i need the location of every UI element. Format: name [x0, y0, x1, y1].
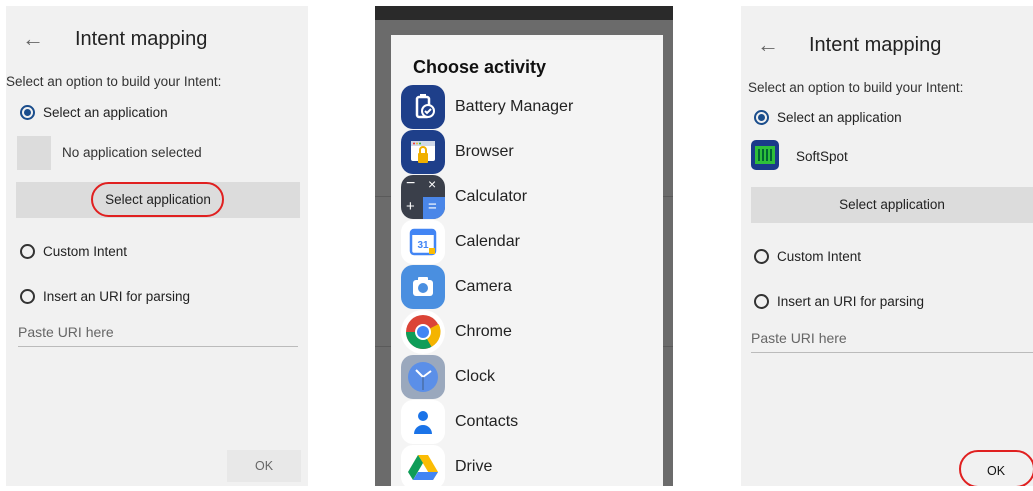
radio-label: Custom Intent: [43, 244, 128, 259]
build-intent-prompt: Select an option to build your Intent:: [6, 74, 222, 89]
dialog-title: Choose activity: [413, 57, 547, 77]
app-label: Calendar: [455, 233, 520, 250]
intent-mapping-screen-right: ← Intent mapping Select an option to bui…: [741, 6, 1033, 486]
radio-unselected-icon: [20, 289, 35, 304]
uri-placeholder: Paste URI here: [18, 324, 114, 340]
intent-mapping-screen-left: ← Intent mapping Select an option to bui…: [6, 6, 308, 486]
battery-manager-icon: [401, 85, 445, 129]
app-option-calendar[interactable]: 31 Calendar: [401, 220, 661, 264]
radio-insert-uri[interactable]: Insert an URI for parsing: [20, 289, 190, 304]
radio-select-application[interactable]: Select an application: [754, 110, 902, 125]
page-title: Intent mapping: [75, 28, 208, 50]
app-label: Battery Manager: [455, 98, 574, 115]
radio-insert-uri[interactable]: Insert an URI for parsing: [754, 294, 924, 309]
radio-unselected-icon: [754, 249, 769, 264]
radio-select-application[interactable]: Select an application: [20, 105, 168, 120]
radio-selected-icon: [754, 110, 769, 125]
radio-unselected-icon: [754, 294, 769, 309]
uri-placeholder: Paste URI here: [751, 330, 847, 346]
radio-label: Insert an URI for parsing: [777, 294, 925, 309]
radio-label: Select an application: [777, 110, 902, 125]
uri-input[interactable]: Paste URI here: [751, 330, 1033, 353]
app-icon-placeholder: [17, 136, 51, 170]
contacts-icon: [401, 400, 445, 444]
browser-icon: [401, 130, 445, 174]
calendar-icon: 31: [401, 220, 445, 264]
chrome-icon: [401, 310, 445, 354]
button-label: Select application: [839, 197, 945, 212]
app-label: Drive: [455, 458, 493, 475]
ok-label: OK: [254, 459, 274, 473]
back-arrow-icon[interactable]: ←: [757, 32, 779, 58]
no-app-label: No application selected: [62, 145, 202, 160]
highlight-callout: [959, 450, 1033, 486]
app-label: Chrome: [455, 323, 512, 340]
app-option-chrome[interactable]: Chrome: [401, 310, 661, 354]
page-title: Intent mapping: [809, 34, 942, 56]
selected-app-label: SoftSpot: [796, 149, 848, 164]
clock-icon: [401, 355, 445, 399]
radio-selected-icon: [20, 105, 35, 120]
choose-activity-dialog: Choose activity Battery Manager Browser …: [391, 35, 663, 486]
uri-input[interactable]: Paste URI here: [18, 324, 298, 347]
app-option-clock[interactable]: Clock: [401, 355, 661, 399]
app-label: Contacts: [455, 413, 519, 430]
app-label: Calculator: [455, 188, 528, 205]
app-label: Clock: [455, 368, 496, 385]
app-option-calculator[interactable]: − × + = Calculator: [401, 175, 661, 219]
softspot-app-icon: [751, 140, 779, 170]
status-bar: [375, 6, 673, 20]
choose-activity-screen: Choose activity Battery Manager Browser …: [375, 6, 673, 486]
app-label: Browser: [455, 143, 514, 160]
select-application-button[interactable]: Select application: [751, 187, 1033, 223]
radio-custom-intent[interactable]: Custom Intent: [754, 249, 861, 264]
camera-icon: [401, 265, 445, 309]
svg-text:31: 31: [417, 240, 429, 251]
build-intent-prompt: Select an option to build your Intent:: [748, 80, 964, 95]
app-option-contacts[interactable]: Contacts: [401, 400, 661, 444]
radio-label: Custom Intent: [777, 249, 862, 264]
radio-label: Select an application: [43, 105, 168, 120]
drive-icon: [401, 445, 445, 486]
app-option-drive[interactable]: Drive: [401, 445, 661, 486]
radio-label: Insert an URI for parsing: [43, 289, 191, 304]
app-label: Camera: [455, 278, 512, 295]
highlight-callout: [91, 182, 224, 217]
back-arrow-icon[interactable]: ←: [22, 26, 44, 52]
app-option-browser[interactable]: Browser: [401, 130, 661, 174]
ok-button[interactable]: OK: [227, 450, 301, 482]
radio-custom-intent[interactable]: Custom Intent: [20, 244, 127, 259]
calculator-icon: − × + =: [401, 175, 445, 219]
app-option-battery-manager[interactable]: Battery Manager: [401, 85, 661, 129]
radio-unselected-icon: [20, 244, 35, 259]
app-option-camera[interactable]: Camera: [401, 265, 661, 309]
